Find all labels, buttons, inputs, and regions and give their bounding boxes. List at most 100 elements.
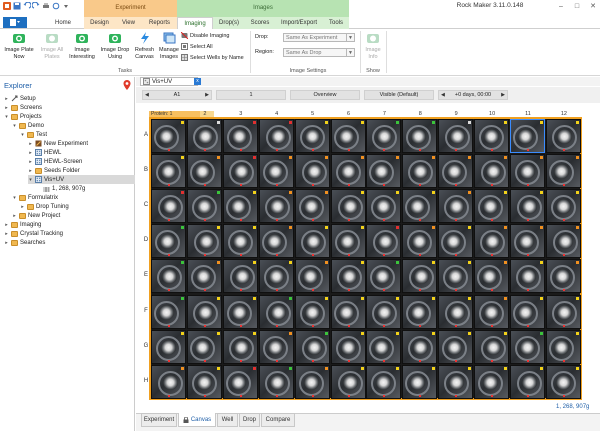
tab-view[interactable]: View <box>115 17 142 29</box>
well-H10[interactable] <box>474 364 510 399</box>
chevron-down-icon[interactable]: ▾ <box>4 114 9 120</box>
well-G6[interactable] <box>330 329 366 364</box>
tree-item[interactable]: ▸ Setup <box>4 94 36 103</box>
well-G7[interactable] <box>366 329 402 364</box>
image-info-button[interactable]: Image Info <box>363 31 383 60</box>
column-header[interactable]: 6 <box>331 111 367 117</box>
tree-item[interactable]: ▸ HEWL <box>28 148 61 157</box>
well-A1[interactable] <box>151 119 186 153</box>
well-A6[interactable] <box>330 119 366 153</box>
well-D2[interactable] <box>186 224 222 259</box>
drop-navigator[interactable]: 1 <box>216 90 286 100</box>
tree-item[interactable]: ▸ HEWL-Screen <box>28 157 82 166</box>
chevron-right-icon[interactable]: ▸ <box>28 150 33 156</box>
column-header[interactable]: 11 <box>510 111 546 117</box>
well-H6[interactable] <box>330 364 366 399</box>
chevron-right-icon[interactable]: ▸ <box>4 222 9 228</box>
well-A10[interactable] <box>474 119 510 153</box>
chevron-right-icon[interactable]: ▸ <box>20 204 25 210</box>
tree-item[interactable]: ▸ Drop Tuning <box>20 203 69 212</box>
close-button[interactable]: ✕ <box>584 0 600 12</box>
chevron-right-icon[interactable]: ▸ <box>4 105 9 111</box>
well-C4[interactable] <box>258 189 294 224</box>
chevron-down-icon[interactable]: ▾ <box>12 123 17 129</box>
well-G3[interactable] <box>222 329 258 364</box>
tree-item[interactable]: ▾ Demo <box>12 121 44 130</box>
well-B6[interactable] <box>330 154 366 189</box>
well-D3[interactable] <box>222 224 258 259</box>
well-C6[interactable] <box>330 189 366 224</box>
well-C3[interactable] <box>222 189 258 224</box>
well-H4[interactable] <box>258 364 294 399</box>
chevron-left-icon[interactable]: ◀ <box>441 92 445 98</box>
tree-item[interactable]: ▾ Projects <box>4 112 42 121</box>
well-E11[interactable] <box>510 259 545 294</box>
tab-experiment[interactable]: Experiment <box>141 413 177 427</box>
chevron-right-icon[interactable]: ▶ <box>205 92 209 98</box>
chevron-right-icon[interactable]: ▸ <box>4 231 9 237</box>
well-B4[interactable] <box>258 154 294 189</box>
well-F10[interactable] <box>474 294 510 329</box>
well-H11[interactable] <box>510 364 545 399</box>
well-E4[interactable] <box>258 259 294 294</box>
well-H2[interactable] <box>186 364 222 399</box>
well-A9[interactable] <box>438 119 474 153</box>
well-B11[interactable] <box>510 154 545 189</box>
well-B8[interactable] <box>402 154 438 189</box>
well-E8[interactable] <box>402 259 438 294</box>
well-A12[interactable] <box>545 119 581 153</box>
row-header[interactable]: C <box>143 202 149 208</box>
chevron-right-icon[interactable]: ▶ <box>501 92 505 98</box>
well-C2[interactable] <box>186 189 222 224</box>
tree-item[interactable]: ▸ New Experiment <box>28 139 88 148</box>
well-A2[interactable] <box>186 119 222 153</box>
well-E12[interactable] <box>545 259 581 294</box>
image-plate-now-button[interactable]: Image Plate Now <box>2 31 36 60</box>
well-F5[interactable] <box>294 294 330 329</box>
well-navigator[interactable]: ◀ A1 ▶ <box>142 90 212 100</box>
tree-item[interactable]: ▸ Screens <box>4 103 42 112</box>
well-F1[interactable] <box>151 294 186 329</box>
well-H7[interactable] <box>366 364 402 399</box>
tab-well[interactable]: Well <box>217 413 238 427</box>
well-E10[interactable] <box>474 259 510 294</box>
well-F8[interactable] <box>402 294 438 329</box>
well-E2[interactable] <box>186 259 222 294</box>
image-drop-using-button[interactable]: Image Drop Using <box>99 31 131 60</box>
chevron-right-icon[interactable]: ▸ <box>28 141 33 147</box>
well-B12[interactable] <box>545 154 581 189</box>
document-tab[interactable]: Vis+UV <box>140 77 198 86</box>
tab-canvas[interactable]: Canvas <box>178 413 216 427</box>
tree-item[interactable]: ▸ Searches <box>4 239 45 248</box>
well-E1[interactable] <box>151 259 186 294</box>
well-H9[interactable] <box>438 364 474 399</box>
tree-item[interactable]: ▾ Vis+UV <box>28 175 135 185</box>
row-header[interactable]: F <box>143 308 149 314</box>
well-B2[interactable] <box>186 154 222 189</box>
tab-scores[interactable]: Scores <box>245 17 275 29</box>
row-header[interactable]: E <box>143 272 149 278</box>
column-header[interactable]: 12 <box>546 111 582 117</box>
tree-item[interactable]: ▸ Crystal Tracking <box>4 230 63 239</box>
tree-item[interactable]: ▾ Test <box>20 130 47 139</box>
well-B3[interactable] <box>222 154 258 189</box>
time-navigator[interactable]: ◀ +0 days, 00:00 ▶ <box>438 90 508 100</box>
tree-item[interactable]: ▸ New Project <box>12 212 60 221</box>
row-header[interactable]: B <box>143 167 149 173</box>
view-navigator[interactable]: Overview <box>290 90 360 100</box>
image-all-plates-button[interactable]: Image All Plates <box>37 31 67 60</box>
well-A7[interactable] <box>366 119 402 153</box>
tab-compare[interactable]: Compare <box>261 413 295 427</box>
tree-item[interactable]: 1, 268, 907g <box>36 185 85 194</box>
well-D9[interactable] <box>438 224 474 259</box>
well-C7[interactable] <box>366 189 402 224</box>
chevron-down-icon[interactable]: ▾ <box>12 195 17 201</box>
well-B10[interactable] <box>474 154 510 189</box>
well-C5[interactable] <box>294 189 330 224</box>
chevron-right-icon[interactable]: ▸ <box>28 168 33 174</box>
well-G12[interactable] <box>545 329 581 364</box>
well-C9[interactable] <box>438 189 474 224</box>
well-E3[interactable] <box>222 259 258 294</box>
well-E7[interactable] <box>366 259 402 294</box>
well-A5[interactable] <box>294 119 330 153</box>
